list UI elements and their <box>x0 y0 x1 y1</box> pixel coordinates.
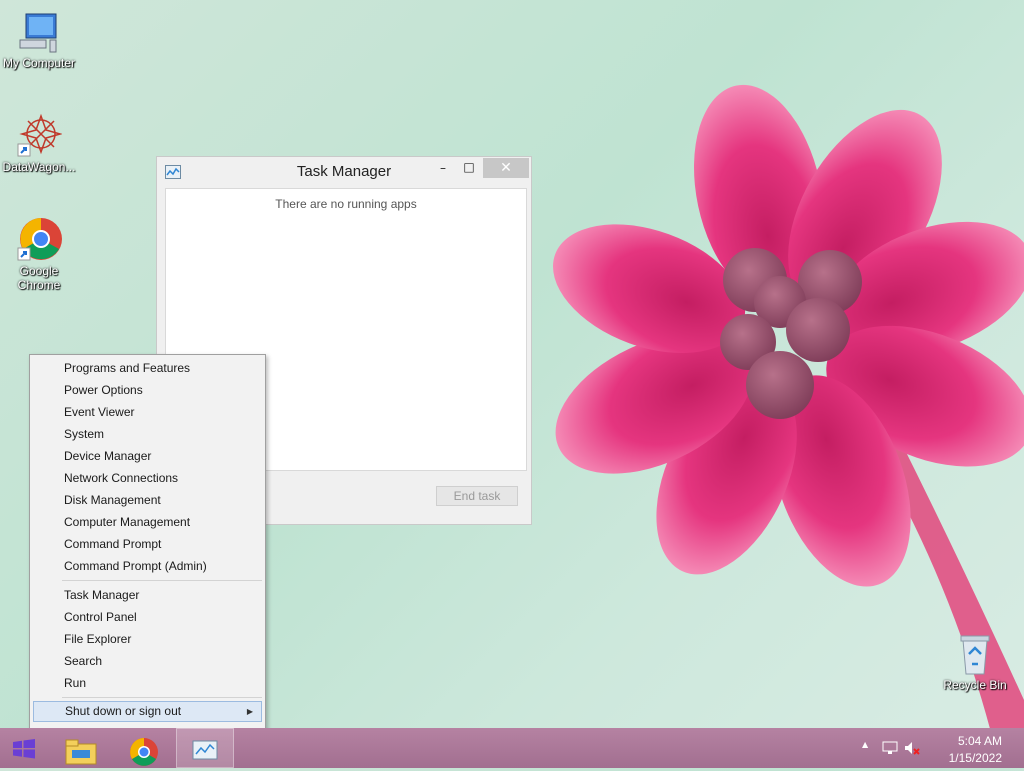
power-user-menu[interactable]: Programs and Features Power Options Even… <box>29 354 266 747</box>
start-button[interactable] <box>0 728 48 768</box>
maximize-button[interactable]: □ <box>459 160 479 180</box>
volume-muted-icon[interactable] <box>904 740 920 756</box>
minimize-button[interactable]: – <box>433 161 453 181</box>
network-icon[interactable] <box>882 740 898 756</box>
menu-item-run[interactable]: Run <box>33 673 262 694</box>
menu-item-search[interactable]: Search <box>33 651 262 672</box>
menu-item-computer-management[interactable]: Computer Management <box>33 512 262 533</box>
file-explorer-icon <box>65 739 97 765</box>
menu-item-programs-and-features[interactable]: Programs and Features <box>33 358 262 379</box>
desktop-icon-label: Google Chrome <box>17 264 61 292</box>
desktop-icon-label: My Computer <box>2 56 76 70</box>
datawagon-icon <box>17 113 62 157</box>
task-manager-title-bar[interactable]: Task Manager – □ ✕ <box>157 157 531 187</box>
end-task-button[interactable]: End task <box>436 486 518 506</box>
desktop-icon-label: Recycle Bin <box>943 678 1007 692</box>
menu-item-system[interactable]: System <box>33 424 262 445</box>
taskbar-task-manager[interactable] <box>176 728 234 768</box>
menu-item-shut-down-or-sign-out[interactable]: Shut down or sign out ▶ <box>33 701 262 722</box>
menu-item-label: Shut down or sign out <box>65 704 182 718</box>
desktop-icon-datawagon[interactable]: DataWagon... <box>1 112 77 174</box>
chrome-icon <box>130 738 158 766</box>
windows-logo-icon <box>13 739 35 759</box>
menu-item-power-options[interactable]: Power Options <box>33 380 262 401</box>
taskbar-file-explorer[interactable] <box>52 728 110 768</box>
desktop-icon-my-computer[interactable]: My Computer <box>1 10 77 70</box>
clock-date[interactable]: 1/15/2022 <box>949 751 1002 765</box>
menu-item-network-connections[interactable]: Network Connections <box>33 468 262 489</box>
empty-list-message: There are no running apps <box>275 197 417 211</box>
computer-icon <box>19 13 57 53</box>
taskbar: ▲ 5:04 AM 1/15/2022 <box>0 728 1024 768</box>
close-button[interactable]: ✕ <box>483 158 529 178</box>
desktop-icon-google-chrome[interactable]: Google Chrome <box>1 216 77 292</box>
desktop-icon-recycle-bin[interactable]: Recycle Bin <box>937 632 1013 692</box>
menu-item-control-panel[interactable]: Control Panel <box>33 607 262 628</box>
desktop-icon-label: DataWagon... <box>2 160 76 174</box>
menu-item-device-manager[interactable]: Device Manager <box>33 446 262 467</box>
show-hidden-icons-arrow[interactable]: ▲ <box>862 740 868 749</box>
menu-separator <box>62 580 262 581</box>
menu-item-command-prompt-admin[interactable]: Command Prompt (Admin) <box>33 556 262 577</box>
menu-item-disk-management[interactable]: Disk Management <box>33 490 262 511</box>
chrome-icon <box>17 218 62 261</box>
menu-item-command-prompt[interactable]: Command Prompt <box>33 534 262 555</box>
menu-separator <box>62 697 262 698</box>
clock-time[interactable]: 5:04 AM <box>958 734 1002 748</box>
system-tray: ▲ 5:04 AM 1/15/2022 <box>854 728 1024 768</box>
task-manager-icon <box>192 740 218 760</box>
submenu-arrow-icon: ▶ <box>246 707 253 716</box>
menu-item-file-explorer[interactable]: File Explorer <box>33 629 262 650</box>
menu-item-event-viewer[interactable]: Event Viewer <box>33 402 262 423</box>
taskbar-chrome[interactable] <box>115 728 173 768</box>
recycle-bin-icon <box>960 635 990 675</box>
menu-item-task-manager[interactable]: Task Manager <box>33 585 262 606</box>
